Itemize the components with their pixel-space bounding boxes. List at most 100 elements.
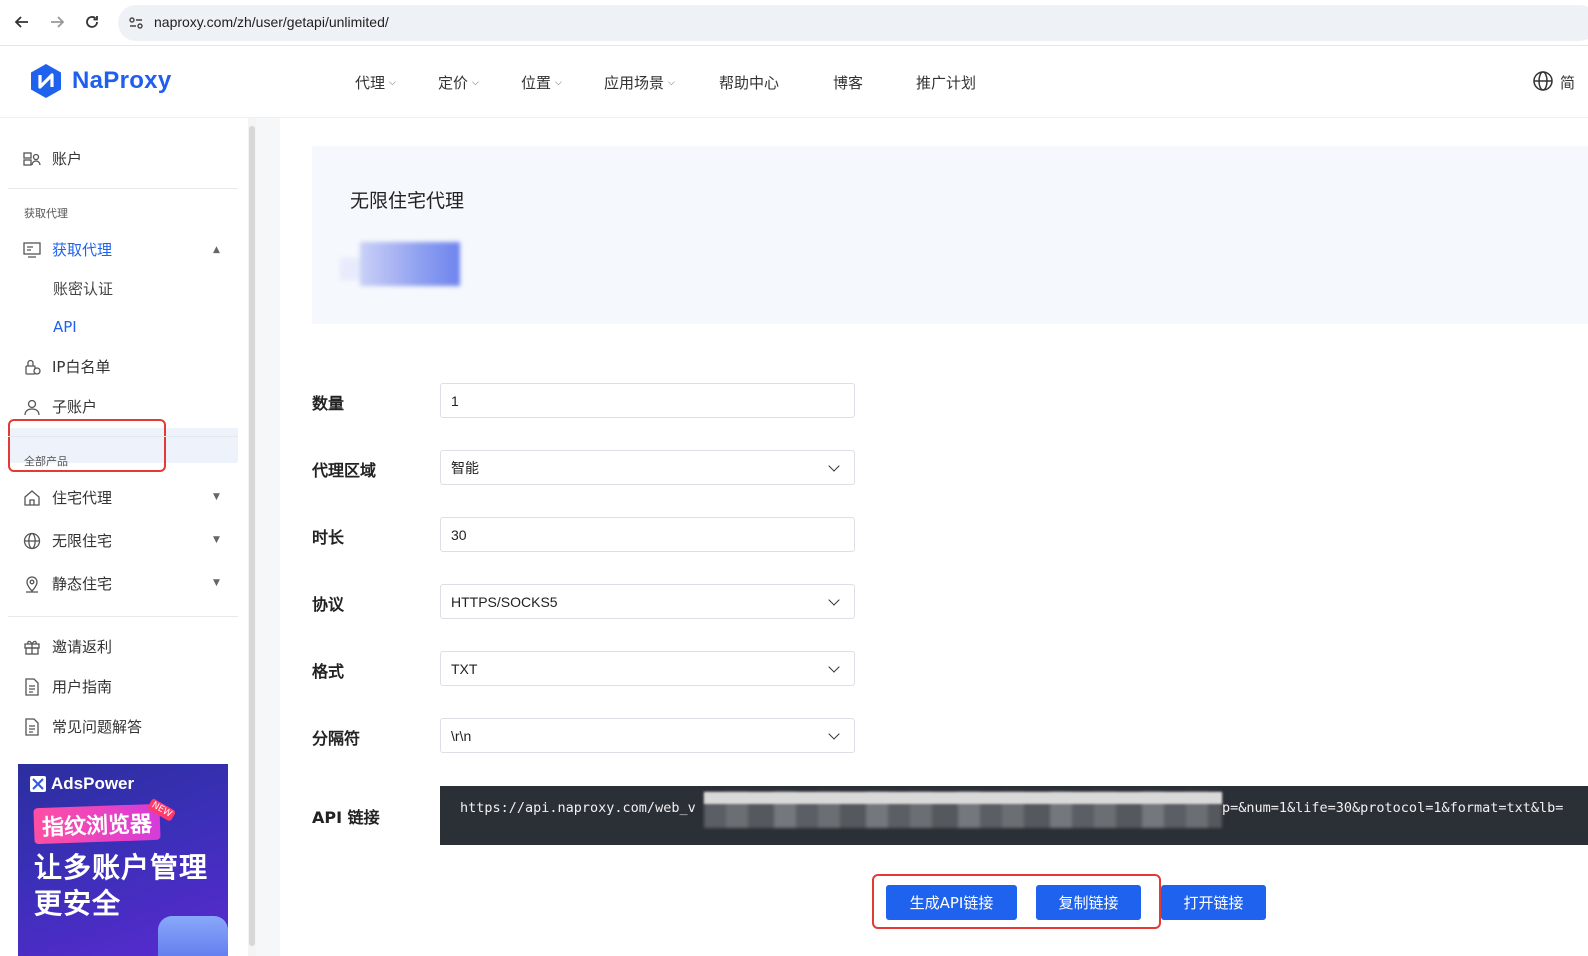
sidebar-divider — [8, 188, 238, 189]
ad-brand-text: AdsPower — [51, 774, 135, 793]
sidebar-item-unlimited-residential[interactable]: 无限住宅 — [22, 530, 112, 551]
format-value: TXT — [451, 660, 478, 677]
api-link-suffix: p=&num=1&life=30&protocol=1&format=txt&l… — [1222, 800, 1564, 816]
language-selector[interactable]: 简 — [1560, 72, 1575, 93]
nav-proxy[interactable]: 代理 ⌵ — [355, 72, 396, 93]
sidebar-item-label: 无限住宅 — [52, 532, 113, 550]
home-icon — [22, 488, 42, 508]
chevron-down-icon — [828, 593, 840, 606]
region-select[interactable]: 智能 — [440, 450, 855, 485]
nav-affiliate[interactable]: 推广计划 — [916, 72, 976, 93]
sidebar-item-faq[interactable]: 常见问题解答 — [22, 716, 142, 737]
sidebar-item-api[interactable]: API — [53, 318, 77, 336]
adspower-banner[interactable]: AdsPower 指纹浏览器 NEW 让多账户管理 更安全 — [18, 764, 228, 956]
separator-select[interactable]: \r\n — [440, 718, 855, 753]
sidebar-item-label: 静态住宅 — [52, 575, 113, 593]
nav-location[interactable]: 位置 ⌵ — [521, 72, 562, 93]
content-gutter — [256, 118, 280, 956]
url-text[interactable]: naproxy.com/zh/user/getapi/unlimited/ — [154, 14, 389, 30]
ad-tag: 指纹浏览器 — [33, 803, 161, 845]
caret-down-icon[interactable]: ▼ — [213, 492, 220, 502]
protocol-value: HTTPS/SOCKS5 — [451, 593, 558, 610]
sidebar-item-label: 住宅代理 — [52, 489, 113, 507]
location-pin-icon — [22, 574, 42, 594]
ad-headline-2: 更安全 — [34, 887, 122, 920]
product-card: 无限住宅代理 — [312, 146, 1588, 324]
browser-toolbar: naproxy.com/zh/user/getapi/unlimited/ — [0, 0, 1588, 46]
quantity-value: 1 — [451, 392, 459, 409]
protocol-label: 协议 — [312, 595, 345, 614]
nav-use-cases-label: 应用场景 — [604, 74, 665, 92]
open-link-button[interactable]: 打开链接 — [1161, 885, 1266, 920]
caret-down-icon[interactable]: ▼ — [213, 578, 220, 588]
sidebar-item-static-residential[interactable]: 静态住宅 — [22, 573, 112, 594]
sidebar-item-label: 账户 — [52, 150, 83, 168]
naproxy-logo-icon — [31, 64, 61, 98]
nav-help-center[interactable]: 帮助中心 — [719, 72, 779, 93]
highlight-box-buttons — [872, 874, 1161, 929]
redacted-part — [360, 242, 460, 286]
globe-icon[interactable] — [1532, 70, 1554, 96]
chevron-down-icon — [828, 459, 840, 472]
sidebar-item-label: 邀请返利 — [52, 638, 113, 656]
nav-pricing-label: 定价 — [438, 74, 469, 92]
redacted-balance — [340, 238, 480, 290]
sidebar-item-account[interactable]: 账户 — [22, 148, 82, 169]
nav-use-cases[interactable]: 应用场景 ⌵ — [604, 72, 675, 93]
caret-up-icon[interactable]: ▲ — [213, 245, 220, 255]
scrollbar-thumb[interactable] — [249, 126, 255, 946]
account-icon — [22, 149, 42, 169]
lock-icon — [22, 357, 42, 377]
shield-icon — [158, 916, 228, 956]
nav-blog[interactable]: 博客 — [833, 72, 863, 93]
document-icon — [22, 677, 42, 697]
globe-icon — [22, 531, 42, 551]
sidebar-item-residential[interactable]: 住宅代理 — [22, 487, 112, 508]
chevron-down-icon — [828, 727, 840, 740]
section-title: 获取代理 — [24, 207, 68, 220]
sidebar-divider — [8, 436, 238, 437]
document-icon — [22, 717, 42, 737]
reload-icon[interactable] — [80, 10, 104, 34]
sidebar-item-label: 常见问题解答 — [52, 718, 143, 736]
separator-label: 分隔符 — [312, 729, 361, 748]
format-select[interactable]: TXT — [440, 651, 855, 686]
sidebar-scrollbar[interactable] — [248, 118, 256, 956]
api-link-label: API 链接 — [312, 808, 380, 827]
redacted-part — [340, 258, 360, 280]
sidebar-item-label: 获取代理 — [52, 241, 113, 259]
sidebar-item-get-proxy[interactable]: 获取代理 — [22, 239, 112, 260]
sidebar-item-user-guide[interactable]: 用户指南 — [22, 676, 112, 697]
sidebar-item-sub-account[interactable]: 子账户 — [22, 396, 97, 417]
separator-value: \r\n — [451, 727, 472, 744]
logo[interactable]: NaProxy — [28, 62, 171, 100]
ad-brand: AdsPower — [30, 774, 134, 794]
forward-icon[interactable] — [45, 10, 69, 34]
duration-label: 时长 — [312, 528, 345, 547]
api-link-output[interactable]: https://api.naproxy.com/web_v p=&num=1&l… — [440, 786, 1588, 845]
user-icon — [22, 397, 42, 417]
nav-proxy-label: 代理 — [355, 74, 386, 92]
nav-affiliate-label: 推广计划 — [916, 74, 977, 92]
address-bar[interactable]: naproxy.com/zh/user/getapi/unlimited/ — [118, 5, 1588, 41]
nav-pricing[interactable]: 定价 ⌵ — [438, 72, 479, 93]
caret-down-icon[interactable]: ▼ — [213, 535, 220, 545]
ad-headline-1: 让多账户管理 — [34, 851, 209, 884]
sidebar-item-ip-whitelist[interactable]: IP白名单 — [22, 356, 110, 377]
sidebar-item-password-auth[interactable]: 账密认证 — [53, 278, 113, 299]
sidebar-item-invite[interactable]: 邀请返利 — [22, 636, 112, 657]
back-icon[interactable] — [10, 10, 34, 34]
protocol-select[interactable]: HTTPS/SOCKS5 — [440, 584, 855, 619]
chevron-down-icon: ⌵ — [555, 77, 562, 88]
chevron-down-icon — [828, 660, 840, 673]
duration-input[interactable]: 30 — [440, 517, 855, 552]
adspower-logo-icon — [30, 776, 46, 792]
nav-help-center-label: 帮助中心 — [719, 74, 780, 92]
site-info-icon[interactable] — [128, 15, 144, 35]
brand-name: NaProxy — [72, 67, 172, 94]
duration-value: 30 — [451, 526, 467, 543]
nav-blog-label: 博客 — [833, 74, 864, 92]
quantity-input[interactable]: 1 — [440, 383, 855, 418]
chevron-down-icon: ⌵ — [389, 77, 396, 88]
api-link-prefix: https://api.naproxy.com/web_v — [460, 800, 696, 816]
